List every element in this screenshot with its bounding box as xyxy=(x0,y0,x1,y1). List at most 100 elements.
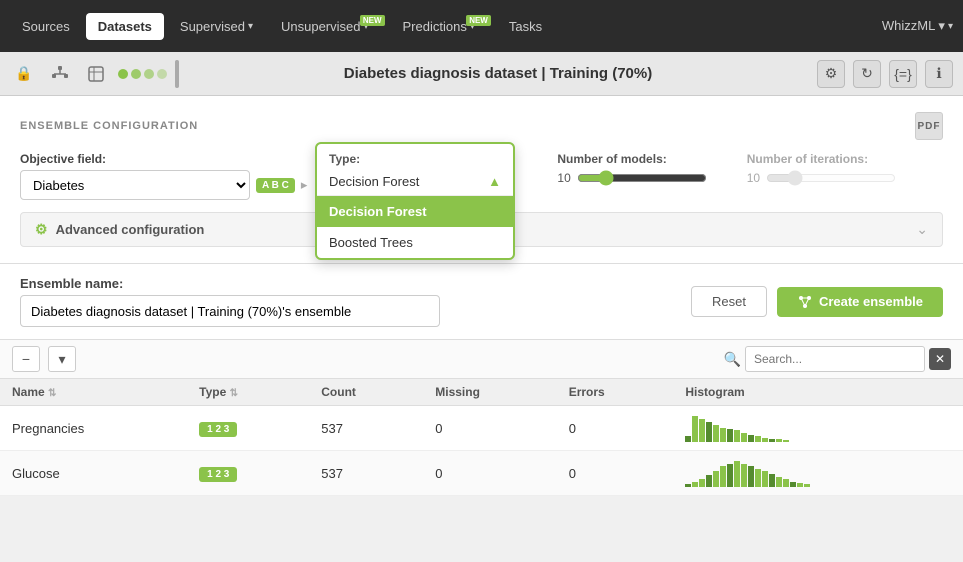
histogram-bar xyxy=(769,439,775,442)
type-option-forest[interactable]: Decision Forest xyxy=(317,196,513,227)
dataset-icon[interactable] xyxy=(82,60,110,88)
advanced-chevron-icon: ⌄ xyxy=(916,221,928,238)
histogram-bar xyxy=(762,438,768,442)
histogram-bar xyxy=(692,416,698,442)
histogram-bar xyxy=(783,479,789,487)
type-badge: A B C xyxy=(256,178,295,193)
reset-button[interactable]: Reset xyxy=(691,286,767,317)
settings-icon[interactable]: ⚙ xyxy=(817,60,845,88)
nav-unsupervised[interactable]: NEW Unsupervised xyxy=(269,13,387,40)
type-selected-display[interactable]: Decision Forest ▲ xyxy=(317,170,513,196)
table-toolbar: − ▾ 🔍 ✕ xyxy=(0,340,963,379)
histogram-bar xyxy=(727,429,733,442)
cell-type: 1 2 3 xyxy=(187,451,309,496)
search-area: 🔍 ✕ xyxy=(724,346,951,372)
histogram-bar xyxy=(699,419,705,442)
histogram-bar xyxy=(734,430,740,442)
histogram-bar xyxy=(734,461,740,487)
nav-sources[interactable]: Sources xyxy=(10,13,82,40)
create-ensemble-button[interactable]: Create ensemble xyxy=(777,287,943,317)
cell-count: 537 xyxy=(309,406,423,451)
cell-errors: 0 xyxy=(557,406,674,451)
iterations-value: 10 xyxy=(747,171,760,185)
nav-supervised[interactable]: Supervised xyxy=(168,13,265,40)
histogram-bar xyxy=(692,482,698,487)
dataset-toolbar: 🔒 Diabetes diagnosis dataset | Training … xyxy=(0,52,963,96)
collapse-button[interactable]: − xyxy=(12,346,40,372)
pdf-button[interactable]: PDF xyxy=(915,112,943,140)
ensemble-name-section: Ensemble name: Reset Create ensemble xyxy=(0,264,963,340)
cell-histogram xyxy=(673,406,963,451)
histogram-bar xyxy=(713,425,719,442)
cell-name: Glucose xyxy=(0,451,187,496)
objective-label: Objective field: xyxy=(20,152,307,166)
iterations-group: Number of iterations: 10 xyxy=(747,152,896,186)
cell-missing: 0 xyxy=(423,406,556,451)
ensemble-name-group: Ensemble name: xyxy=(20,276,440,327)
histogram-chart xyxy=(685,459,951,487)
toolbar-actions: ⚙ ↻ {=} ℹ xyxy=(817,60,953,88)
histogram-bar xyxy=(776,477,782,487)
advanced-gear-icon: ⚙ xyxy=(35,221,48,238)
histogram-bar xyxy=(685,484,691,487)
type-selected-text: Decision Forest xyxy=(329,174,419,189)
models-label: Number of models: xyxy=(557,152,706,166)
histogram-bar xyxy=(790,482,796,487)
data-table: Name ⇅ Type ⇅ Count Missing Errors Histo… xyxy=(0,379,963,496)
histogram-bar xyxy=(720,466,726,487)
histogram-bar xyxy=(713,471,719,487)
models-group: Number of models: 10 xyxy=(557,152,706,186)
type-chevron-icon: ▲ xyxy=(488,174,501,189)
nav-tasks[interactable]: Tasks xyxy=(497,13,554,40)
iterations-slider[interactable] xyxy=(766,170,896,186)
dataset-title: Diabetes diagnosis dataset | Training (7… xyxy=(187,65,809,82)
histogram-bar xyxy=(748,435,754,442)
col-count: Count xyxy=(309,379,423,406)
col-name[interactable]: Name ⇅ xyxy=(0,379,187,406)
iterations-slider-row: 10 xyxy=(747,170,896,186)
histogram-bar xyxy=(685,436,691,442)
tree-icon[interactable] xyxy=(46,60,74,88)
col-missing: Missing xyxy=(423,379,556,406)
nav-predictions[interactable]: NEW Predictions xyxy=(391,13,493,40)
type-popup-header: Type: xyxy=(317,144,513,170)
info-icon[interactable]: ℹ xyxy=(925,60,953,88)
histogram-bar xyxy=(741,464,747,487)
lock-icon[interactable]: 🔒 xyxy=(10,60,38,88)
objective-field-group: Objective field: Diabetes A B C ▸ xyxy=(20,152,307,200)
histogram-bar xyxy=(720,428,726,442)
col-histogram: Histogram xyxy=(673,379,963,406)
section-header: ENSEMBLE CONFIGURATION PDF xyxy=(20,112,943,140)
models-slider[interactable] xyxy=(577,170,707,186)
nav-whizzml[interactable]: WhizzML ▾ xyxy=(882,18,953,34)
col-type[interactable]: Type ⇅ xyxy=(187,379,309,406)
histogram-bar xyxy=(699,479,705,487)
search-clear-button[interactable]: ✕ xyxy=(929,348,951,370)
table-options-button[interactable]: ▾ xyxy=(48,346,76,372)
cell-errors: 0 xyxy=(557,451,674,496)
iterations-label: Number of iterations: xyxy=(747,152,896,166)
status-dots xyxy=(118,69,167,79)
models-value: 10 xyxy=(557,171,570,185)
field-arrow-icon[interactable]: ▸ xyxy=(301,177,308,193)
histogram-bar xyxy=(706,475,712,487)
nav-datasets[interactable]: Datasets xyxy=(86,13,164,40)
histogram-bar xyxy=(769,474,775,487)
advanced-bar-left: ⚙ Advanced configuration xyxy=(35,221,204,238)
search-input[interactable] xyxy=(745,346,925,372)
histogram-chart xyxy=(685,414,951,442)
histogram-bar xyxy=(727,464,733,487)
histogram-bar xyxy=(741,433,747,442)
type-num-badge: 1 2 3 xyxy=(199,467,237,482)
objective-select[interactable]: Diabetes xyxy=(20,170,250,200)
cell-count: 537 xyxy=(309,451,423,496)
code-icon[interactable]: {=} xyxy=(889,60,917,88)
cell-missing: 0 xyxy=(423,451,556,496)
ensemble-name-input[interactable] xyxy=(20,295,440,327)
create-label: Create ensemble xyxy=(819,294,923,309)
type-num-badge: 1 2 3 xyxy=(199,422,237,437)
col-errors: Errors xyxy=(557,379,674,406)
ensemble-name-label: Ensemble name: xyxy=(20,276,440,291)
refresh-icon[interactable]: ↻ xyxy=(853,60,881,88)
type-option-boosted[interactable]: Boosted Trees xyxy=(317,227,513,258)
